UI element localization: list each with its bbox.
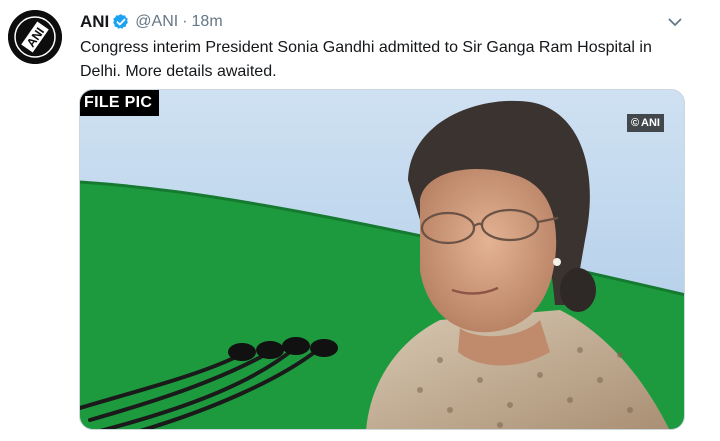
tweet-text: Congress interim President Sonia Gandhi … <box>80 39 652 80</box>
timestamp[interactable]: 18m <box>192 13 223 31</box>
display-name[interactable]: ANI <box>80 12 109 32</box>
tweet-header: ANI @ANI · 18m <box>80 11 223 33</box>
handle[interactable]: @ANI <box>135 13 178 31</box>
tweet-media[interactable]: FILE PIC © ANI <box>79 89 685 430</box>
separator-dot: · <box>182 13 188 30</box>
watermark-text: ANI <box>641 117 660 129</box>
ani-watermark: © ANI <box>626 114 664 132</box>
file-pic-tag: FILE PIC <box>80 90 160 116</box>
avatar[interactable]: ANI <box>8 10 62 64</box>
tweet-card[interactable]: ANI ANI @ANI · 18m Congress interim Pres… <box>0 0 720 441</box>
copyright-symbol: © <box>630 117 640 129</box>
verified-badge-icon <box>112 13 130 31</box>
media-photo <box>80 90 684 429</box>
ani-logo-icon: ANI <box>8 10 62 64</box>
chevron-down-icon[interactable] <box>666 13 684 31</box>
